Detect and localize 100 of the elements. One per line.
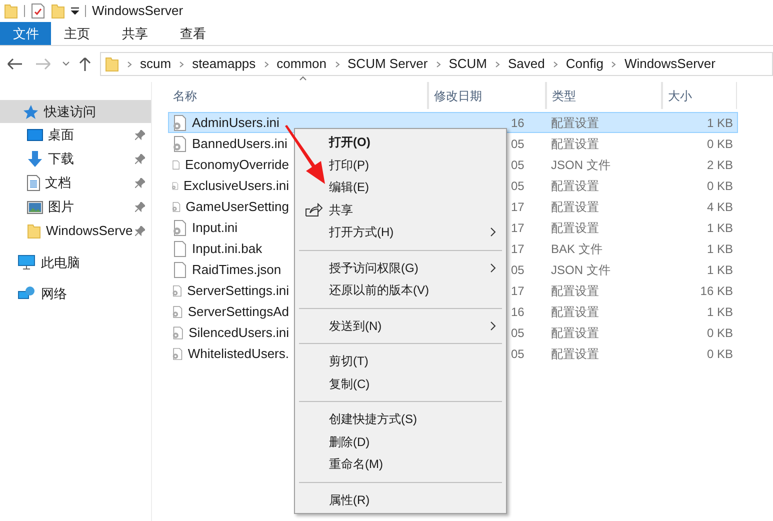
- file-name[interactable]: BannedUsers.ini: [192, 134, 288, 154]
- file-size: 4 KB: [706, 200, 733, 214]
- menu-item[interactable]: 复制(C): [295, 372, 506, 395]
- file-name[interactable]: ExclusiveUsers.ini: [184, 176, 289, 196]
- chevron-right-icon: [436, 60, 441, 68]
- file-name[interactable]: GameUserSetting: [186, 196, 289, 216]
- chevron-right-icon: [179, 60, 184, 68]
- menu-item[interactable]: 属性(R): [295, 488, 506, 511]
- menu-item[interactable]: 共享: [295, 198, 506, 221]
- nav-item[interactable]: WindowsServe: [27, 221, 135, 241]
- folder-icon: [27, 223, 41, 239]
- breadcrumb-item[interactable]: common: [276, 54, 327, 74]
- file-type: 配置设置: [551, 178, 599, 192]
- folder-icon[interactable]: [51, 3, 65, 19]
- pin-icon[interactable]: [135, 226, 145, 236]
- file-type: 配置设置: [551, 304, 599, 318]
- pin-icon[interactable]: [135, 154, 145, 164]
- modified-date: 17: [511, 200, 524, 214]
- ribbon-tab[interactable]: 共享: [109, 22, 167, 45]
- file-type: 配置设置: [551, 346, 599, 360]
- monitor-icon: [27, 128, 43, 142]
- menu-item[interactable]: 剪切(T): [295, 350, 506, 372]
- file-name[interactable]: ServerSettings.ini: [187, 280, 289, 300]
- chevron-right-icon: [494, 60, 500, 68]
- modified-date: 05: [511, 158, 524, 172]
- file-name[interactable]: ServerSettingsAd: [188, 302, 289, 322]
- file-type: 配置设置: [551, 136, 599, 150]
- breadcrumb-item[interactable]: steamapps: [192, 54, 256, 74]
- menu-item[interactable]: 重命名(M): [295, 453, 506, 476]
- file-type: 配置设置: [551, 326, 599, 340]
- breadcrumb-item[interactable]: SCUM Server: [348, 54, 428, 74]
- config-file-icon: [171, 220, 187, 236]
- column-header[interactable]: 类型: [546, 82, 662, 109]
- chevron-down-icon[interactable]: [62, 61, 70, 67]
- menu-item[interactable]: 打开方式(H): [295, 221, 506, 244]
- menu-item[interactable]: 删除(D): [295, 430, 506, 453]
- file-size: 16 KB: [700, 284, 733, 298]
- breadcrumb-item[interactable]: SCUM: [448, 54, 487, 74]
- menu-item[interactable]: 授予访问权限(G): [295, 256, 506, 279]
- file-name[interactable]: RaidTimes.json: [192, 260, 282, 280]
- nav-item[interactable]: 下载: [27, 149, 135, 169]
- star-icon: [22, 104, 38, 120]
- modified-date: 17: [511, 220, 524, 234]
- modified-date: 05: [511, 346, 524, 360]
- file-icon: [171, 240, 187, 256]
- dropdown-icon[interactable]: [71, 7, 79, 15]
- nav-item[interactable]: 文档: [27, 173, 135, 193]
- file-name[interactable]: Input.ini.bak: [192, 238, 262, 258]
- computer-icon: [18, 255, 35, 270]
- checklist-icon[interactable]: [31, 3, 45, 19]
- config-file-icon: [171, 114, 187, 130]
- share-icon: [305, 202, 323, 217]
- menu-item[interactable]: 发送到(N): [295, 314, 506, 337]
- menu-item[interactable]: 打印(P): [295, 154, 506, 176]
- breadcrumb-item[interactable]: Config: [566, 54, 604, 74]
- image-icon: [27, 200, 43, 214]
- down-arrow-icon: [27, 151, 43, 167]
- nav-item[interactable]: 此电脑: [0, 251, 151, 274]
- modified-date: 05: [511, 326, 524, 340]
- modified-date: 05: [511, 262, 524, 276]
- file-size: 0 KB: [706, 346, 733, 360]
- address-bar[interactable]: scum steamapps common SCUM Server SCUM Saved Config WindowsServer: [100, 52, 773, 76]
- file-name[interactable]: Input.ini: [192, 218, 238, 238]
- pin-icon[interactable]: [135, 202, 145, 212]
- modified-date: 05: [511, 178, 524, 192]
- menu-item[interactable]: 创建快捷方式(S): [295, 408, 506, 430]
- column-header[interactable]: 大小: [662, 82, 737, 109]
- modified-date: 16: [511, 116, 524, 130]
- forward-icon[interactable]: [34, 57, 52, 71]
- file-name[interactable]: AdminUsers.ini: [192, 112, 280, 132]
- menu-item[interactable]: 还原以前的版本(V): [295, 279, 506, 302]
- nav-item[interactable]: 网络: [0, 282, 151, 305]
- ribbon-tab[interactable]: 文件: [0, 22, 51, 45]
- breadcrumb-item[interactable]: scum: [140, 54, 172, 74]
- ribbon-tab[interactable]: 查看: [167, 22, 225, 45]
- ribbon-tab[interactable]: 主页: [51, 22, 109, 45]
- column-header[interactable]: 名称: [168, 82, 428, 109]
- column-header[interactable]: 修改日期: [428, 82, 546, 109]
- menu-item[interactable]: 打开(O): [295, 131, 506, 154]
- file-size: 0 KB: [706, 136, 733, 150]
- config-file-icon: [171, 324, 184, 340]
- file-name[interactable]: SilencedUsers.ini: [188, 322, 289, 342]
- network-icon: [18, 286, 35, 301]
- folder-icon: [4, 3, 18, 19]
- file-name[interactable]: WhitelistedUsers.: [188, 344, 289, 364]
- modified-date: 17: [511, 284, 524, 298]
- config-file-icon: [171, 346, 183, 362]
- back-icon[interactable]: [6, 57, 24, 71]
- nav-item[interactable]: 快速访问: [0, 100, 151, 123]
- chevron-right-icon: [552, 60, 558, 68]
- pin-icon[interactable]: [135, 130, 145, 140]
- pin-icon[interactable]: [135, 178, 145, 188]
- breadcrumb-item[interactable]: WindowsServer: [624, 54, 716, 74]
- breadcrumb-item[interactable]: Saved: [508, 54, 545, 74]
- file-type: 配置设置: [551, 284, 599, 298]
- up-icon[interactable]: [78, 56, 92, 72]
- menu-item[interactable]: 编辑(E): [295, 176, 506, 198]
- nav-item[interactable]: 桌面: [27, 125, 135, 145]
- nav-item[interactable]: 图片: [27, 197, 135, 217]
- file-name[interactable]: EconomyOverride: [184, 154, 289, 174]
